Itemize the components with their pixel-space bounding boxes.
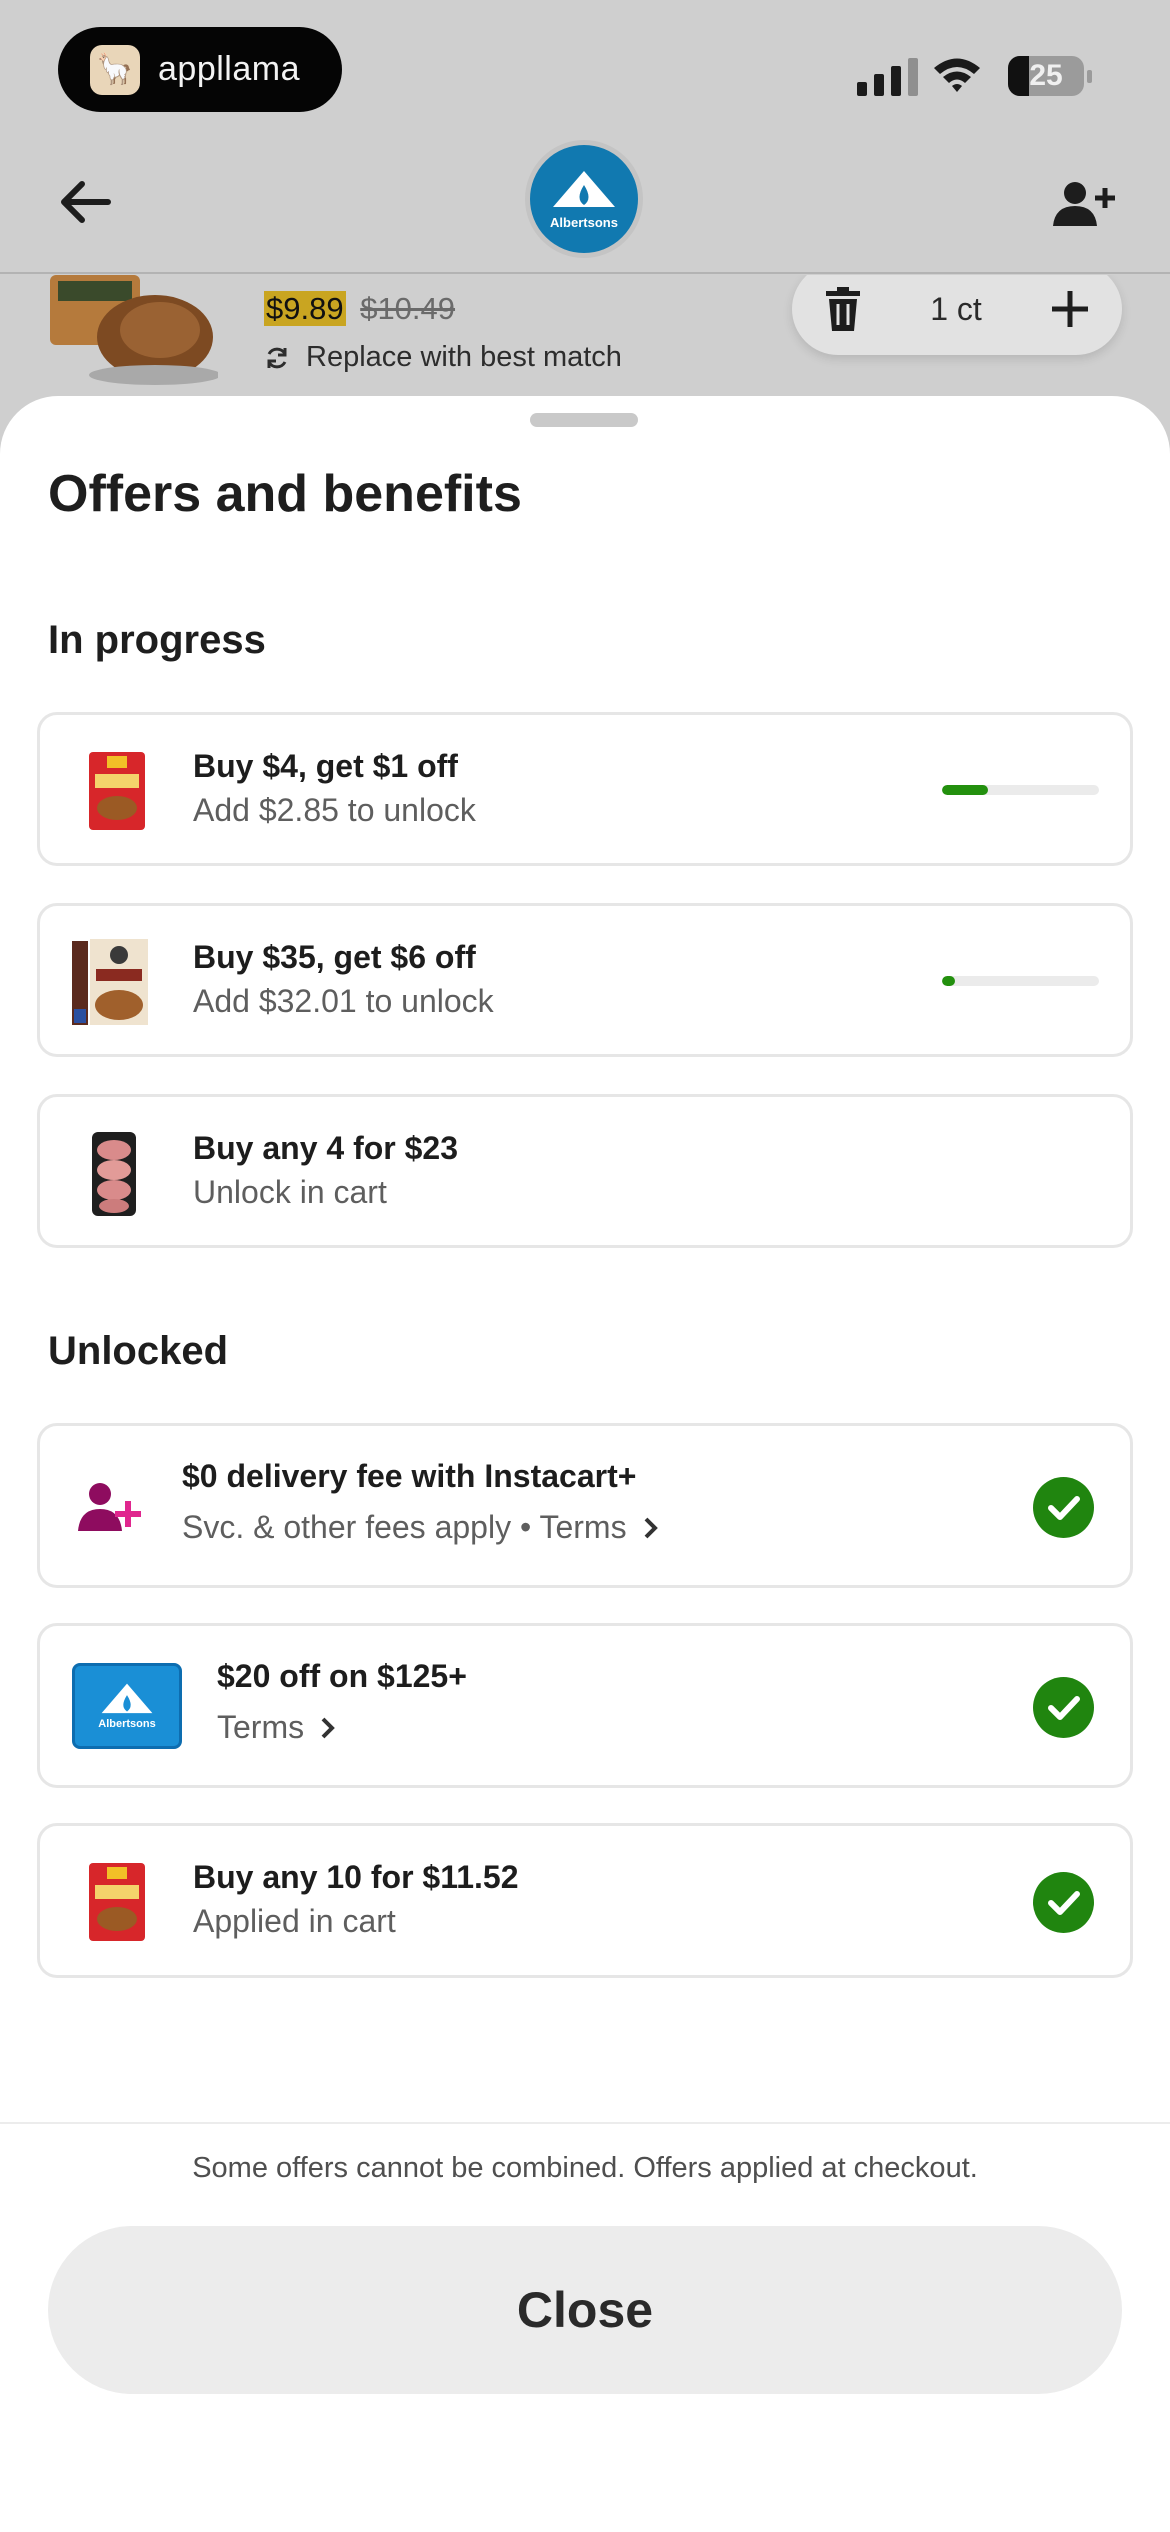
quantity-value: 1 ct <box>930 290 982 327</box>
replace-label: Replace with best match <box>306 341 622 373</box>
rotisserie-chicken-image <box>50 275 218 385</box>
offer-subtitle: Add $2.85 to unlock <box>193 792 476 828</box>
llama-logo-icon: 🦙 <box>90 44 140 95</box>
in-progress-heading: In progress <box>48 618 266 662</box>
add-person-icon[interactable] <box>1053 180 1115 228</box>
benefit-subtitle-text: Svc. & other fees apply • Terms <box>182 1509 627 1545</box>
albertsons-logo: Albertsons <box>72 1663 182 1749</box>
progress-fill <box>942 976 955 986</box>
offer-title: Buy any 4 for $23 <box>193 1130 458 1166</box>
battery-level: 25 <box>1029 59 1063 92</box>
quantity-stepper: 1 ct <box>792 275 1122 355</box>
benefit-title: Buy any 10 for $11.52 <box>193 1859 519 1895</box>
chevron-right-icon <box>644 1517 658 1538</box>
seasoning-packet-icon <box>89 752 145 830</box>
albertsons-a-icon <box>101 1683 153 1714</box>
offer-progress-bar <box>942 976 1099 986</box>
albertsons-a-icon <box>553 170 615 207</box>
sheet-drag-handle[interactable] <box>530 413 638 427</box>
instacart-plus-icon <box>78 1483 141 1531</box>
offer-progress-bar <box>942 785 1099 795</box>
offer-title: Buy $4, get $1 off <box>193 748 458 784</box>
offers-sheet: Offers and benefits In progress Buy $4, … <box>0 396 1170 2532</box>
plus-icon[interactable] <box>1050 289 1090 329</box>
checkmark-icon <box>1033 1677 1094 1738</box>
offer-subtitle: Add $32.01 to unlock <box>193 983 494 1019</box>
benefit-title: $0 delivery fee with Instacart+ <box>182 1458 637 1494</box>
battery-tip <box>1087 70 1092 83</box>
oatmeal-box-icon <box>72 939 148 1025</box>
cellular-signal-icon <box>857 56 918 96</box>
battery-icon: 25 <box>1008 56 1084 96</box>
sheet-title: Offers and benefits <box>48 465 522 523</box>
background-cart-item: $9.89 $10.49 Replace with best match 1 c… <box>0 275 1170 400</box>
refresh-icon <box>267 347 287 368</box>
benefit-subtitle[interactable]: Svc. & other fees apply • Terms <box>182 1509 659 1546</box>
sale-price: $9.89 <box>264 291 346 326</box>
store-logo[interactable]: Albertsons <box>525 140 643 258</box>
trash-icon[interactable] <box>824 287 862 331</box>
seasoning-packet-icon <box>89 1863 145 1941</box>
offer-title: Buy $35, get $6 off <box>193 939 476 975</box>
offer-card[interactable]: Buy $35, get $6 off Add $32.01 to unlock <box>37 903 1133 1057</box>
footer-divider <box>0 2122 1170 2124</box>
top-nav: Albertsons <box>0 130 1170 274</box>
offer-subtitle: Unlock in cart <box>193 1174 387 1210</box>
store-name: Albertsons <box>550 214 618 230</box>
app-name: appllama <box>158 50 300 88</box>
benefit-card[interactable]: Albertsons $20 off on $125+ Terms <box>37 1623 1133 1788</box>
unlocked-heading: Unlocked <box>48 1329 229 1373</box>
original-price: $10.49 <box>360 291 456 326</box>
benefit-title: $20 off on $125+ <box>217 1658 467 1694</box>
close-button[interactable]: Close <box>48 2226 1122 2394</box>
benefit-card[interactable]: Buy any 10 for $11.52 Applied in cart <box>37 1823 1133 1978</box>
benefit-card[interactable]: $0 delivery fee with Instacart+ Svc. & o… <box>37 1423 1133 1588</box>
status-bar: 🦙 appllama 25 <box>0 0 1170 130</box>
app-pill: 🦙 appllama <box>58 27 342 112</box>
benefit-subtitle[interactable]: Terms <box>217 1709 336 1746</box>
benefit-subtitle-text: Terms <box>217 1709 305 1745</box>
chevron-right-icon <box>321 1717 335 1738</box>
back-arrow-icon[interactable] <box>56 178 112 226</box>
albertsons-logo-label: Albertsons <box>98 1718 156 1730</box>
progress-fill <box>942 785 988 795</box>
item-prices: $9.89 $10.49 <box>264 291 455 327</box>
checkmark-icon <box>1033 1477 1094 1538</box>
footer-note: Some offers cannot be combined. Offers a… <box>192 2152 978 2184</box>
checkmark-icon <box>1033 1872 1094 1933</box>
replace-option[interactable]: Replace with best match <box>264 341 622 374</box>
offer-card[interactable]: Buy any 4 for $23 Unlock in cart <box>37 1094 1133 1248</box>
benefit-subtitle: Applied in cart <box>193 1903 396 1939</box>
offer-card[interactable]: Buy $4, get $1 off Add $2.85 to unlock <box>37 712 1133 866</box>
meat-package-icon <box>92 1132 136 1216</box>
wifi-icon <box>934 58 980 92</box>
